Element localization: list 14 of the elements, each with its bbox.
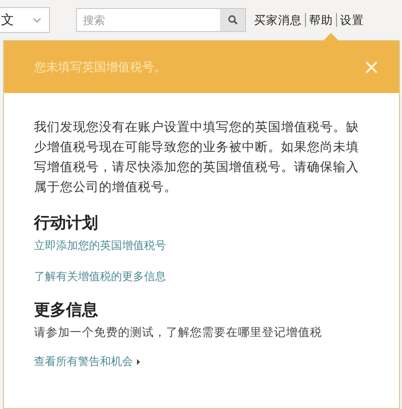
link[interactable]: 查看所有警告和机会 [34,354,133,369]
language-dropdown[interactable]: 文 [0,7,50,33]
link[interactable]: 立即添加您的英国增值税号 [34,238,166,253]
info-text: 请参加一个免费的测试，了解您需要在哪里登记增值税 [34,325,323,340]
alert-message: 我们发现您没有在账户设置中填写您的英国增值税号。缺少增值税号现在可能导致您的业务被中断。如果您尚未填写增值税号，请尽快添加您的英国增值税号。请确保输入属于您公司的增值税号。 [34,118,360,196]
caret-right-icon [137,358,140,364]
alert-title: 您未填写英国增值税号。 [34,58,166,76]
chevron-down-icon [33,18,41,22]
nav-link[interactable]: 帮助 [309,12,333,28]
nav-link[interactable]: 买家消息 [254,12,302,28]
nav-link[interactable]: 设置 [340,12,364,28]
link[interactable]: 了解有关增值税的更多信息 [34,269,166,284]
section-heading: 更多信息 [34,300,99,321]
section-heading: 行动计划 [34,213,99,234]
